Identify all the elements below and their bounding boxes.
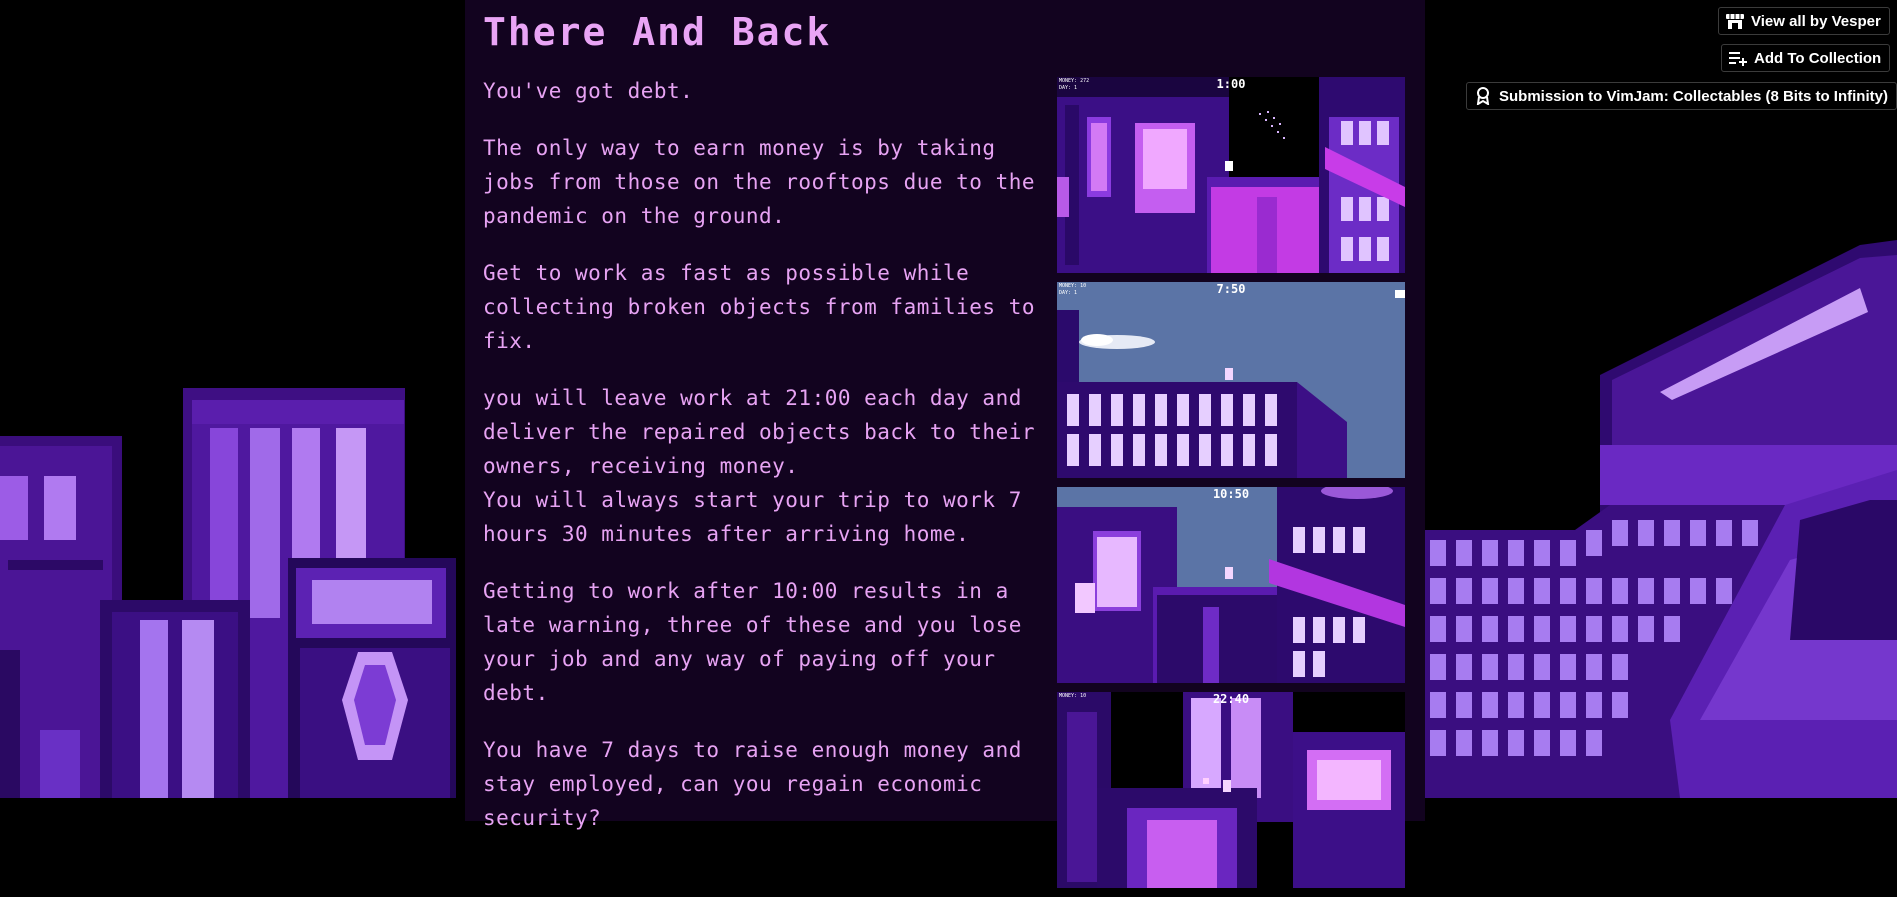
- game-description: You've got debt. The only way to earn mo…: [483, 74, 1043, 858]
- submission-label: Submission to VimJam: Collectables (8 Bi…: [1499, 87, 1888, 105]
- screenshot-gallery: MONEY: 272 DAY: 1 1:00 MONEY: 10 DAY: 1 …: [1057, 77, 1405, 897]
- description-paragraph: You have 7 days to raise enough money an…: [483, 738, 1022, 830]
- storefront-icon: [1725, 12, 1745, 30]
- hud-clock: 10:50: [1212, 487, 1250, 501]
- description-paragraph: Get to work as fast as possible while co…: [483, 261, 1036, 353]
- jam-submission-link[interactable]: Submission to VimJam: Collectables (8 Bi…: [1466, 82, 1897, 110]
- description-paragraph: you will leave work at 21:00 each day an…: [483, 386, 1036, 478]
- hud-clock: 1:00: [1216, 77, 1246, 91]
- description-paragraph: You will always start your trip to work …: [483, 488, 1022, 546]
- view-all-label: View all by Vesper: [1751, 12, 1881, 30]
- view-all-by-author-button[interactable]: View all by Vesper: [1718, 7, 1890, 35]
- add-to-collection-label: Add To Collection: [1754, 49, 1882, 67]
- game-screenshot[interactable]: MONEY: 10 DAY: 1 7:50: [1057, 282, 1405, 478]
- playlist-add-icon: [1728, 49, 1748, 67]
- game-page-column: There And Back You've got debt. The only…: [465, 0, 1425, 888]
- game-title: There And Back: [483, 10, 832, 54]
- left-buildings: [0, 388, 465, 821]
- game-screenshot[interactable]: 10:50: [1057, 487, 1405, 683]
- description-paragraph: You've got debt.: [483, 79, 694, 103]
- description-paragraph: Getting to work after 10:00 results in a…: [483, 579, 1022, 705]
- add-to-collection-button[interactable]: Add To Collection: [1721, 44, 1891, 72]
- game-screenshot[interactable]: MONEY: 10 22:40: [1057, 692, 1405, 888]
- game-screenshot[interactable]: MONEY: 272 DAY: 1 1:00: [1057, 77, 1405, 273]
- description-paragraph: The only way to earn money is by taking …: [483, 136, 1036, 228]
- award-ribbon-icon: [1473, 87, 1493, 106]
- hud-clock: 7:50: [1216, 282, 1246, 296]
- hud-clock: 22:40: [1212, 692, 1250, 706]
